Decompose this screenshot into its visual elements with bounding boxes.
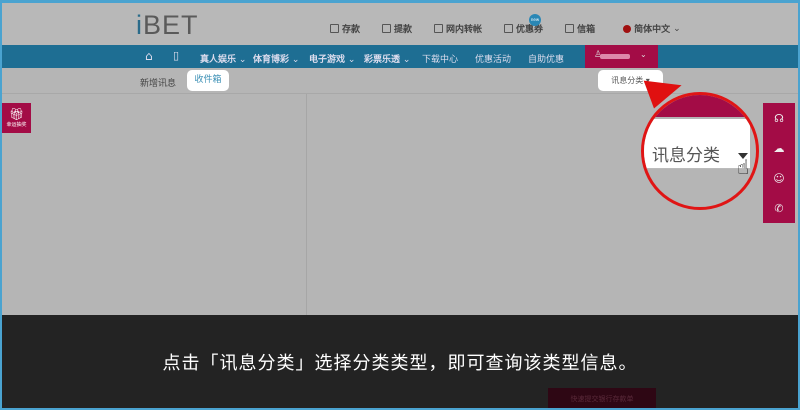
transfer-label: 网内转帐 (446, 25, 483, 35)
wechat-icon[interactable]: ☁ (774, 142, 785, 155)
withdraw-label: 提款 (394, 25, 413, 35)
withdraw-icon (382, 24, 392, 33)
transfer-link[interactable]: 网内转帐 (434, 22, 482, 35)
nav-lottery[interactable]: 彩票乐透 ⌄ (364, 52, 410, 65)
pane-divider (306, 94, 307, 315)
mobile-icon[interactable]: ▯ (173, 49, 179, 62)
nav-slots[interactable]: 电子游戏 ⌄ (309, 52, 355, 65)
message-tabs: 新增讯息 收件箱 讯息分类 ▾ (0, 68, 800, 94)
coupon-icon (504, 24, 514, 33)
side-contact-bar: ☊ ☁ ☺ ✆ (763, 103, 795, 223)
magnified-nav (644, 95, 756, 117)
tab-new-message[interactable]: 新增讯息 (140, 76, 176, 89)
logo-i: i (136, 10, 143, 40)
headset-icon[interactable]: ☊ (774, 112, 784, 125)
username-blurred (600, 54, 630, 59)
nav-sports[interactable]: 体育博彩 ⌄ (253, 52, 299, 65)
lucky-draw-label: 幸运抽奖 (6, 122, 27, 128)
language-select[interactable]: 简体中文 ⌄ (623, 22, 681, 35)
logo-text: BET (143, 10, 199, 40)
withdraw-link[interactable]: 提款 (382, 22, 412, 35)
china-flag-icon (623, 24, 632, 33)
magnifier-circle: 讯息分类 ☝ (641, 92, 759, 210)
language-label: 简体中文 (634, 25, 671, 35)
magnified-category-label: 讯息分类 (652, 146, 720, 166)
instruction-caption: 点击「讯息分类」选择分类类型，即可查询该类型信息。 (0, 315, 800, 410)
header: iBET 存款 提款 网内转帐 优惠券 信箱 简体中文 ⌄ new (0, 0, 800, 45)
deposit-icon (330, 24, 339, 33)
bank-deposit-button[interactable]: 快速提交银行存款单 (548, 388, 656, 410)
tab-inbox[interactable]: 收件箱 (187, 70, 229, 91)
mailbox-label: 信箱 (577, 25, 596, 35)
user-menu[interactable]: ♙ ⌄ (585, 45, 658, 68)
logo[interactable]: iBET (136, 10, 199, 41)
transfer-icon (434, 24, 444, 33)
mailbox-link[interactable]: 信箱 (565, 22, 595, 35)
deposit-label: 存款 (342, 25, 361, 35)
nav-promotions[interactable]: 优惠活动 (475, 52, 511, 65)
gift-icon: 🎁︎ (8, 107, 25, 121)
smile-icon[interactable]: ☺ (773, 172, 784, 185)
deposit-link[interactable]: 存款 (330, 22, 360, 35)
mailbox-icon (565, 24, 575, 33)
top-links: 存款 提款 网内转帐 优惠券 信箱 简体中文 ⌄ (330, 22, 681, 35)
nav-download[interactable]: 下载中心 (422, 52, 458, 65)
main-nav: ⌂ ▯ 真人娱乐 ⌄ 体育博彩 ⌄ 电子游戏 ⌄ 彩票乐透 ⌄ 下载中心 优惠活… (0, 45, 800, 68)
nav-self-promo[interactable]: 自助优惠 (528, 52, 564, 65)
hand-cursor-icon: ☝ (737, 155, 750, 179)
chevron-down-icon: ⌄ (640, 50, 647, 59)
lucky-draw-tab[interactable]: 🎁︎ 幸运抽奖 (2, 103, 31, 133)
phone-icon[interactable]: ✆ (774, 202, 783, 215)
nav-live-casino[interactable]: 真人娱乐 ⌄ (200, 52, 246, 65)
new-badge: new (529, 14, 541, 26)
home-icon[interactable]: ⌂ (145, 49, 153, 63)
